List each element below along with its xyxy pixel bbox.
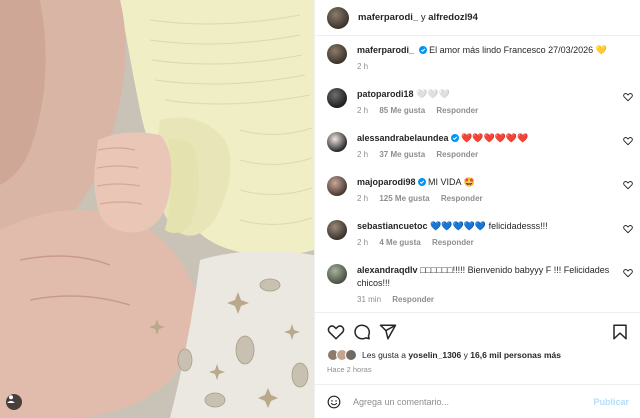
reply-button[interactable]: Responder (432, 238, 474, 247)
comment-likes[interactable]: 85 Me gusta (379, 106, 425, 115)
comment-likes[interactable]: 4 Me gusta (379, 238, 420, 247)
comment-username[interactable]: alexandraqdlv (357, 265, 418, 275)
likes-user[interactable]: yoselin_1306 (408, 350, 461, 360)
avatar[interactable] (327, 44, 347, 64)
avatar[interactable] (327, 176, 347, 196)
emoji-icon[interactable] (327, 395, 341, 409)
bookmark-icon[interactable] (611, 323, 629, 341)
comments-list[interactable]: maferparodi_ El amor más lindo Francesco… (315, 36, 640, 312)
avatar[interactable] (327, 88, 347, 108)
caption-meta: 2 h (357, 62, 623, 71)
comment-text: 💙💙💙💙💙 felicidadesss!!! (430, 221, 548, 231)
comment-time: 2 h (357, 150, 369, 159)
reply-button[interactable]: Responder (436, 106, 478, 115)
post-caption: maferparodi_ El amor más lindo Francesco… (327, 44, 639, 71)
heart-icon[interactable] (623, 136, 633, 146)
comment-item: patoparodi18 🤍🤍🤍 2 h 85 Me gusta Respond… (327, 88, 639, 115)
avatar[interactable] (327, 220, 347, 240)
comment-time: 31 min (357, 295, 382, 304)
comment-text: 🤍🤍🤍 (416, 89, 450, 99)
caption-body: El amor más lindo Francesco 27/03/2026 💛 (429, 45, 607, 55)
caption-time: 2 h (357, 62, 369, 71)
comment-username[interactable]: majoparodi98 (357, 177, 416, 187)
action-bar (315, 312, 640, 348)
heart-icon[interactable] (327, 323, 345, 341)
avatar[interactable] (327, 264, 347, 284)
likes-others[interactable]: 16,6 mil personas más (470, 350, 561, 360)
avatar[interactable] (327, 6, 349, 29)
share-icon[interactable] (379, 323, 397, 341)
avatar (345, 349, 357, 361)
owner-username[interactable]: maferparodi_ (358, 12, 418, 23)
reply-button[interactable]: Responder (436, 150, 478, 159)
comment-item: alessandrabelaundea ❤️❤️❤️❤️❤️❤️ 2 h 37 … (327, 132, 639, 159)
verified-badge-icon (418, 46, 427, 54)
photo-illustration (0, 0, 314, 418)
instagram-post: maferparodi_ y alfredozl94 maferparodi_ … (0, 0, 640, 418)
comment-text: ❤️❤️❤️❤️❤️❤️ (461, 133, 529, 143)
comment-item: sebastiancuetoc 💙💙💙💙💙 felicidadesss!!! 2… (327, 220, 639, 247)
post-side-panel: maferparodi_ y alfredozl94 maferparodi_ … (314, 0, 640, 418)
comment-username[interactable]: alessandrabelaundea (357, 133, 449, 143)
comment-item: alexandraqdlv □□□□□□!!!!! Bienvenido bab… (327, 264, 639, 304)
comment-likes[interactable]: 125 Me gusta (379, 194, 429, 203)
comment-time: 2 h (357, 194, 369, 203)
likes-middle: y (463, 350, 468, 360)
collaborator-username[interactable]: alfredozl94 (428, 12, 478, 23)
heart-icon[interactable] (623, 180, 633, 190)
heart-icon[interactable] (623, 224, 633, 234)
heart-icon[interactable] (623, 268, 633, 278)
comment-username[interactable]: patoparodi18 (357, 89, 414, 99)
post-authors: maferparodi_ y alfredozl94 (358, 12, 478, 23)
verified-badge-icon (450, 134, 459, 142)
likes-prefix: Les gusta a (362, 350, 406, 360)
post-photo[interactable] (0, 0, 314, 418)
user-tag-icon[interactable] (6, 394, 22, 410)
post-timestamp[interactable]: Hace 2 horas (327, 365, 372, 374)
comment-username[interactable]: sebastiancuetoc (357, 221, 428, 231)
post-header: maferparodi_ y alfredozl94 (315, 0, 640, 36)
verified-badge-icon (417, 178, 426, 186)
avatar[interactable] (327, 132, 347, 152)
comment-input[interactable]: Agrega un comentario... (353, 397, 593, 407)
comment-time: 2 h (357, 106, 369, 115)
reply-button[interactable]: Responder (441, 194, 483, 203)
add-comment-bar: Agrega un comentario... Publicar (315, 384, 640, 418)
caption-text: maferparodi_ El amor más lindo Francesco… (357, 44, 623, 57)
comment-item: majoparodi98 MI VIDA 🤩 2 h 125 Me gusta … (327, 176, 639, 203)
comment-time: 2 h (357, 238, 369, 247)
reply-button[interactable]: Responder (392, 295, 434, 304)
comment-likes[interactable]: 37 Me gusta (379, 150, 425, 159)
caption-username[interactable]: maferparodi_ (357, 45, 414, 55)
publish-button[interactable]: Publicar (593, 397, 629, 407)
comment-text: MI VIDA 🤩 (428, 177, 475, 187)
authors-connector: y (420, 12, 426, 23)
comment-icon[interactable] (353, 323, 371, 341)
heart-icon[interactable] (623, 92, 633, 102)
likes-summary: Les gusta a yoselin_1306 y 16,6 mil pers… (327, 348, 561, 362)
